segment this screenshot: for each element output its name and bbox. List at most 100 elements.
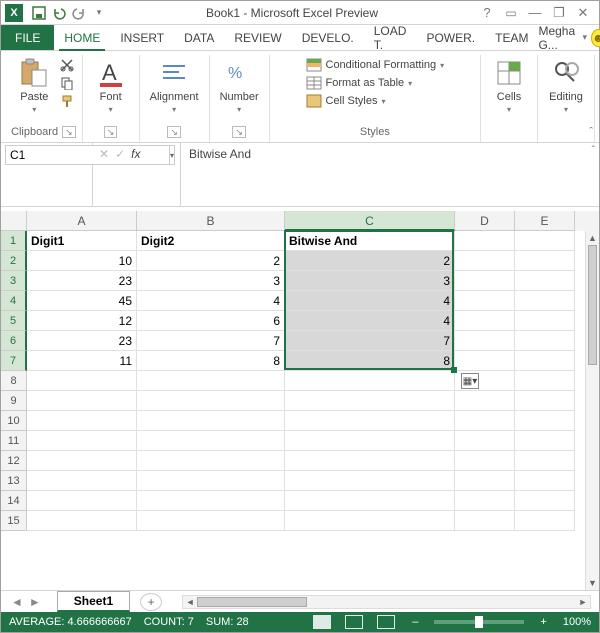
row-header-14[interactable]: 14 (1, 491, 27, 511)
cancel-formula-icon[interactable]: ✕ (99, 147, 109, 161)
conditional-formatting-button[interactable]: Conditional Formatting ▾ (306, 57, 445, 73)
cell-B9[interactable] (137, 391, 285, 411)
cell-C12[interactable] (285, 451, 455, 471)
autofill-options-icon[interactable]: ▦▾ (461, 373, 479, 389)
view-page-layout-icon[interactable] (345, 615, 363, 629)
copy-button[interactable] (60, 75, 74, 91)
cell-E6[interactable] (515, 331, 575, 351)
font-button[interactable]: A Font ▾ (89, 55, 133, 116)
row-header-8[interactable]: 8 (1, 371, 27, 391)
undo-icon[interactable] (49, 3, 69, 23)
cell-E1[interactable] (515, 231, 575, 251)
number-button[interactable]: % Number ▾ (216, 55, 263, 116)
tab-home[interactable]: HOME (54, 25, 110, 50)
ribbon-display-icon[interactable]: ▭ (499, 3, 523, 23)
cell-B7[interactable]: 8 (137, 351, 285, 371)
cell-A12[interactable] (27, 451, 137, 471)
font-dialog-launcher[interactable]: ↘ (104, 126, 118, 138)
cell-C1[interactable]: Bitwise And (285, 231, 455, 251)
cell-D15[interactable] (455, 511, 515, 531)
cell-C6[interactable]: 7 (285, 331, 455, 351)
tab-team[interactable]: TEAM (485, 25, 538, 50)
cell-A11[interactable] (27, 431, 137, 451)
cell-C11[interactable] (285, 431, 455, 451)
hscroll-thumb[interactable] (197, 597, 307, 607)
cell-E7[interactable] (515, 351, 575, 371)
cell-styles-button[interactable]: Cell Styles ▾ (306, 93, 445, 109)
sheet-nav-prev-icon[interactable]: ◄ (11, 595, 23, 609)
cell-B2[interactable]: 2 (137, 251, 285, 271)
cell-E11[interactable] (515, 431, 575, 451)
collapse-ribbon-icon[interactable]: ˆ (589, 126, 593, 138)
cell-A8[interactable] (27, 371, 137, 391)
cell-D2[interactable] (455, 251, 515, 271)
scroll-up-icon[interactable]: ▲ (586, 231, 599, 245)
col-header-D[interactable]: D (455, 211, 515, 231)
cell-A4[interactable]: 45 (27, 291, 137, 311)
view-normal-icon[interactable] (313, 615, 331, 629)
cell-D12[interactable] (455, 451, 515, 471)
formula-input[interactable]: Bitwise And ˆ (181, 143, 599, 206)
restore-icon[interactable]: ❐ (547, 3, 571, 23)
cell-D11[interactable] (455, 431, 515, 451)
paste-button[interactable]: Paste ▾ (12, 55, 56, 116)
horizontal-scrollbar[interactable]: ◄ ► (182, 595, 591, 609)
cell-A6[interactable]: 23 (27, 331, 137, 351)
minimize-icon[interactable]: — (523, 3, 547, 23)
cell-E3[interactable] (515, 271, 575, 291)
cell-C15[interactable] (285, 511, 455, 531)
cell-A2[interactable]: 10 (27, 251, 137, 271)
cell-E14[interactable] (515, 491, 575, 511)
number-dialog-launcher[interactable]: ↘ (232, 126, 246, 138)
cell-C14[interactable] (285, 491, 455, 511)
cell-E5[interactable] (515, 311, 575, 331)
cell-B15[interactable] (137, 511, 285, 531)
cell-E2[interactable] (515, 251, 575, 271)
feedback-icon[interactable]: ☻ (591, 29, 600, 47)
close-icon[interactable]: ✕ (571, 3, 595, 23)
cell-D1[interactable] (455, 231, 515, 251)
cell-E8[interactable] (515, 371, 575, 391)
col-header-E[interactable]: E (515, 211, 575, 231)
cell-E4[interactable] (515, 291, 575, 311)
row-header-13[interactable]: 13 (1, 471, 27, 491)
tab-develo[interactable]: DEVELO. (292, 25, 364, 50)
name-box[interactable]: ▾ (1, 143, 93, 206)
cell-B3[interactable]: 3 (137, 271, 285, 291)
cell-B6[interactable]: 7 (137, 331, 285, 351)
vscroll-thumb[interactable] (588, 245, 597, 365)
row-header-2[interactable]: 2 (1, 251, 27, 271)
cell-B11[interactable] (137, 431, 285, 451)
cell-C5[interactable]: 4 (285, 311, 455, 331)
tab-loadt[interactable]: LOAD T. (364, 25, 417, 50)
fx-icon[interactable]: fx (131, 147, 140, 161)
cell-B1[interactable]: Digit2 (137, 231, 285, 251)
scroll-right-icon[interactable]: ► (576, 596, 590, 608)
qat-customize-icon[interactable]: ▾ (89, 3, 109, 23)
alignment-button[interactable]: Alignment ▾ (146, 55, 203, 116)
cell-C7[interactable]: 8 (285, 351, 455, 371)
cell-B12[interactable] (137, 451, 285, 471)
cell-C8[interactable] (285, 371, 455, 391)
cell-A15[interactable] (27, 511, 137, 531)
editing-button[interactable]: Editing ▾ (544, 55, 588, 116)
alignment-dialog-launcher[interactable]: ↘ (167, 126, 181, 138)
row-header-12[interactable]: 12 (1, 451, 27, 471)
cell-D5[interactable] (455, 311, 515, 331)
col-header-A[interactable]: A (27, 211, 137, 231)
zoom-out-button[interactable]: – (408, 616, 422, 628)
cell-A7[interactable]: 11 (27, 351, 137, 371)
cell-E15[interactable] (515, 511, 575, 531)
cell-B5[interactable]: 6 (137, 311, 285, 331)
cell-B14[interactable] (137, 491, 285, 511)
row-header-1[interactable]: 1 (1, 231, 27, 251)
zoom-in-button[interactable]: + (536, 616, 550, 628)
tab-file[interactable]: FILE (1, 25, 54, 50)
select-all-corner[interactable] (1, 211, 27, 231)
cell-C13[interactable] (285, 471, 455, 491)
cell-D4[interactable] (455, 291, 515, 311)
col-header-C[interactable]: C (285, 211, 455, 231)
cell-A14[interactable] (27, 491, 137, 511)
sheet-tab-sheet1[interactable]: Sheet1 (57, 591, 130, 612)
vertical-scrollbar[interactable]: ▲ ▼ (585, 231, 599, 590)
